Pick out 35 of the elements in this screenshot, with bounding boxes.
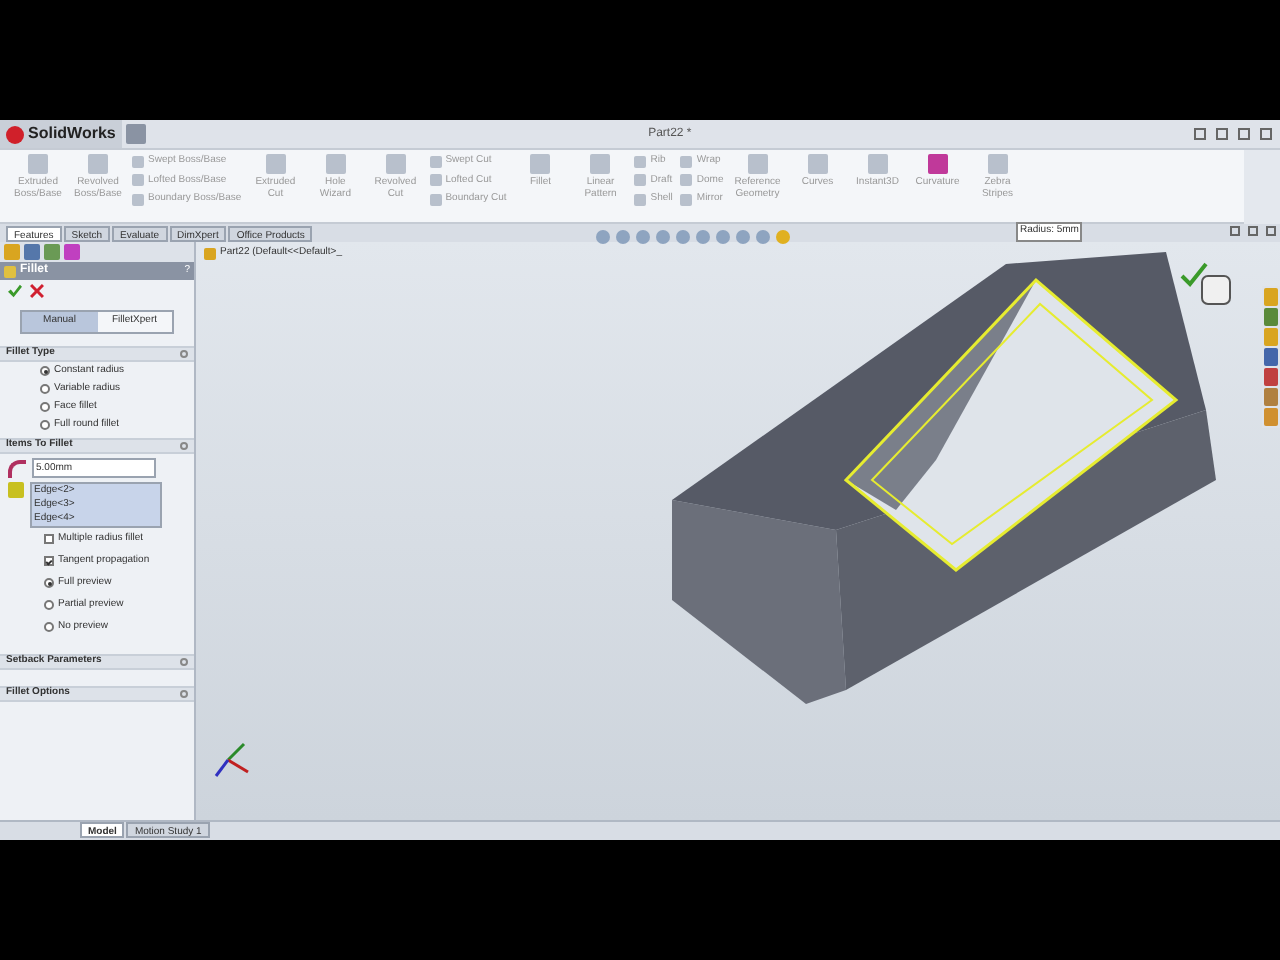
tool-icon [265,154,286,174]
radio-button[interactable] [40,366,50,376]
tool-icon [325,154,346,174]
axis-triad-icon [214,742,249,777]
tool-icon [590,154,611,174]
tool-icon [987,154,1008,174]
tool-icon [530,154,551,174]
tool-icon [385,154,406,174]
radio-button[interactable] [44,600,54,610]
logo-icon [6,125,24,143]
collapse-icon[interactable] [180,442,188,450]
tool-icon [807,154,828,174]
tool-icon [747,154,768,174]
checkbox[interactable] [44,534,54,544]
ok-icon[interactable] [8,284,22,298]
fillet-icon [4,265,16,277]
radio-button[interactable] [44,622,54,632]
tool-icon [867,154,888,174]
app-logo: SolidWorks [28,122,116,146]
radius-icon [8,459,26,477]
collapse-icon[interactable] [180,690,188,698]
radio-button[interactable] [40,384,50,394]
radio-button[interactable] [44,578,54,588]
radio-button[interactable] [40,420,50,430]
radio-button[interactable] [40,402,50,412]
tool-icon [927,154,948,174]
tool-icon [28,154,48,174]
confirm-corner-icon[interactable] [1180,262,1231,305]
checkbox[interactable] [44,556,54,566]
collapse-icon[interactable] [180,350,188,358]
cancel-icon[interactable] [30,284,44,298]
collapse-icon[interactable] [180,658,188,666]
edge-icon [8,482,24,498]
part-icon [204,247,216,260]
tool-icon [88,154,108,174]
